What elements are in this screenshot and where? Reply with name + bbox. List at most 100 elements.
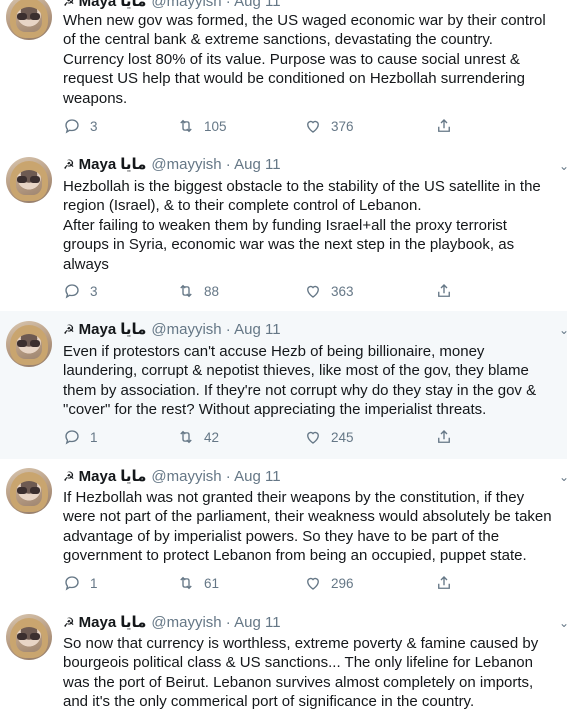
display-name[interactable]: Maya (79, 468, 117, 485)
tweet-header: ☭ Maya مايا @mayyish · Aug 11 (63, 467, 281, 487)
tweet-date[interactable]: Aug 11 (234, 156, 280, 173)
share-icon (438, 119, 450, 132)
like-icon (307, 431, 319, 444)
reply-icon (65, 576, 79, 591)
like-icon (307, 285, 319, 298)
display-name-arabic[interactable]: مايا (120, 156, 146, 173)
separator-dot: · (225, 468, 231, 485)
display-name[interactable]: Maya (79, 156, 117, 173)
reply-button[interactable]: 1 (63, 428, 98, 448)
tweet-header: ☭ Maya مايا @mayyish · Aug 11 (63, 155, 281, 175)
display-name-arabic[interactable]: مايا (120, 468, 146, 485)
retweet-button[interactable]: 105 (177, 117, 227, 137)
user-handle[interactable]: @mayyish (151, 156, 221, 173)
avatar[interactable] (6, 0, 52, 40)
reply-icon (65, 430, 79, 445)
chevron-down-icon[interactable]: ⌄ (559, 471, 567, 483)
reply-button[interactable]: 3 (63, 117, 98, 137)
retweet-icon (180, 430, 192, 444)
retweet-icon (180, 284, 192, 298)
display-name-arabic[interactable]: مايا (120, 614, 146, 631)
tweet[interactable]: ☭ Maya مايا @mayyish · Aug 11 ⌄ If Hezbolla… (0, 459, 567, 606)
like-icon (307, 120, 319, 133)
chevron-down-icon[interactable]: ⌄ (559, 160, 567, 172)
tweet-header: ☭ Maya مايا @mayyish · Aug 11 (63, 320, 281, 340)
avatar[interactable] (6, 468, 52, 514)
like-icon (307, 577, 319, 590)
tweet-actions: 3 88 363 (63, 282, 463, 302)
hammer-sickle-icon: ☭ (63, 469, 75, 484)
share-icon (438, 576, 450, 589)
chevron-down-icon[interactable]: ⌄ (559, 324, 567, 336)
display-name-arabic[interactable]: مايا (120, 0, 146, 10)
reply-icon (65, 284, 79, 299)
like-button[interactable]: 363 (304, 282, 354, 302)
retweet-count: 105 (204, 119, 227, 134)
share-button[interactable] (435, 428, 462, 448)
tweet-date[interactable]: Aug 11 (234, 468, 280, 485)
retweet-count: 42 (204, 430, 220, 445)
avatar[interactable] (6, 157, 52, 203)
like-button[interactable]: 376 (304, 117, 354, 137)
avatar[interactable] (6, 614, 52, 660)
hammer-sickle-icon: ☭ (63, 322, 75, 337)
retweet-icon (180, 576, 192, 590)
reply-button[interactable]: 1 (63, 574, 98, 594)
share-button[interactable] (435, 117, 462, 137)
tweet[interactable]: ☭ Maya مايا @mayyish · Aug 11 ⌄ Hezbollah i… (0, 149, 567, 312)
user-handle[interactable]: @mayyish (151, 468, 221, 485)
retweet-button[interactable]: 88 (177, 282, 219, 302)
tweet-date[interactable]: Aug 11 (234, 614, 280, 631)
user-handle[interactable]: @mayyish (151, 321, 221, 338)
tweet-header: ☭ Maya مايا @mayyish · Aug 11 (63, 613, 281, 633)
like-count: 363 (331, 284, 354, 299)
share-icon (438, 284, 450, 297)
retweet-icon (180, 119, 192, 133)
reply-count: 3 (90, 119, 98, 134)
tweet[interactable]: ☭ Maya مايا @mayyish · Aug 11 ⌄ Even if pro… (0, 311, 567, 460)
like-button[interactable]: 296 (304, 574, 354, 594)
share-button[interactable] (435, 574, 462, 594)
retweet-button[interactable]: 42 (177, 428, 219, 448)
tweet-date[interactable]: Aug 11 (234, 0, 280, 10)
reply-icon (65, 119, 79, 134)
user-handle[interactable]: @mayyish (151, 614, 221, 631)
tweet-text: When new gov was formed, the US waged ec… (63, 12, 546, 107)
tweet-date[interactable]: Aug 11 (234, 321, 280, 338)
separator-dot: · (225, 0, 231, 10)
tweet[interactable]: ☭ Maya مايا @mayyish · Aug 11 ⌄ So now that… (0, 605, 567, 725)
display-name[interactable]: Maya (79, 321, 117, 338)
separator-dot: · (225, 321, 231, 338)
hammer-sickle-icon: ☭ (63, 615, 75, 630)
user-handle[interactable]: @mayyish (151, 0, 221, 10)
reply-count: 1 (90, 576, 98, 591)
display-name[interactable]: Maya (79, 614, 117, 631)
like-count: 245 (331, 430, 354, 445)
retweet-button[interactable]: 61 (177, 574, 219, 594)
tweet-text: Even if protestors can't accuse Hezb of … (63, 343, 537, 419)
tweet-actions: 3 105 376 (63, 117, 463, 137)
like-button[interactable]: 245 (304, 428, 354, 448)
tweet-text: If Hezbollah was not granted their weapo… (63, 489, 552, 565)
tweet-actions: 1 61 296 (63, 574, 463, 594)
display-name-arabic[interactable]: مايا (120, 321, 146, 338)
retweet-count: 61 (204, 576, 220, 591)
hammer-sickle-icon: ☭ (63, 0, 75, 9)
separator-dot: · (225, 614, 231, 631)
share-button[interactable] (435, 282, 462, 302)
like-count: 376 (331, 119, 354, 134)
reply-count: 1 (90, 430, 98, 445)
reply-button[interactable]: 3 (63, 282, 98, 302)
avatar[interactable] (6, 321, 52, 367)
tweet-actions: 1 42 245 (63, 428, 463, 448)
reply-count: 3 (90, 284, 98, 299)
tweet[interactable]: ☭ Maya مايا @mayyish · Aug 11 When new gov … (0, 0, 567, 150)
chevron-down-icon[interactable]: ⌄ (559, 617, 567, 629)
like-count: 296 (331, 576, 354, 591)
retweet-count: 88 (204, 284, 220, 299)
hammer-sickle-icon: ☭ (63, 157, 75, 172)
tweet-text: So now that currency is worthless, extre… (63, 635, 539, 711)
display-name[interactable]: Maya (79, 0, 117, 10)
separator-dot: · (225, 156, 231, 173)
tweet-text: Hezbollah is the biggest obstacle to the… (63, 178, 541, 273)
